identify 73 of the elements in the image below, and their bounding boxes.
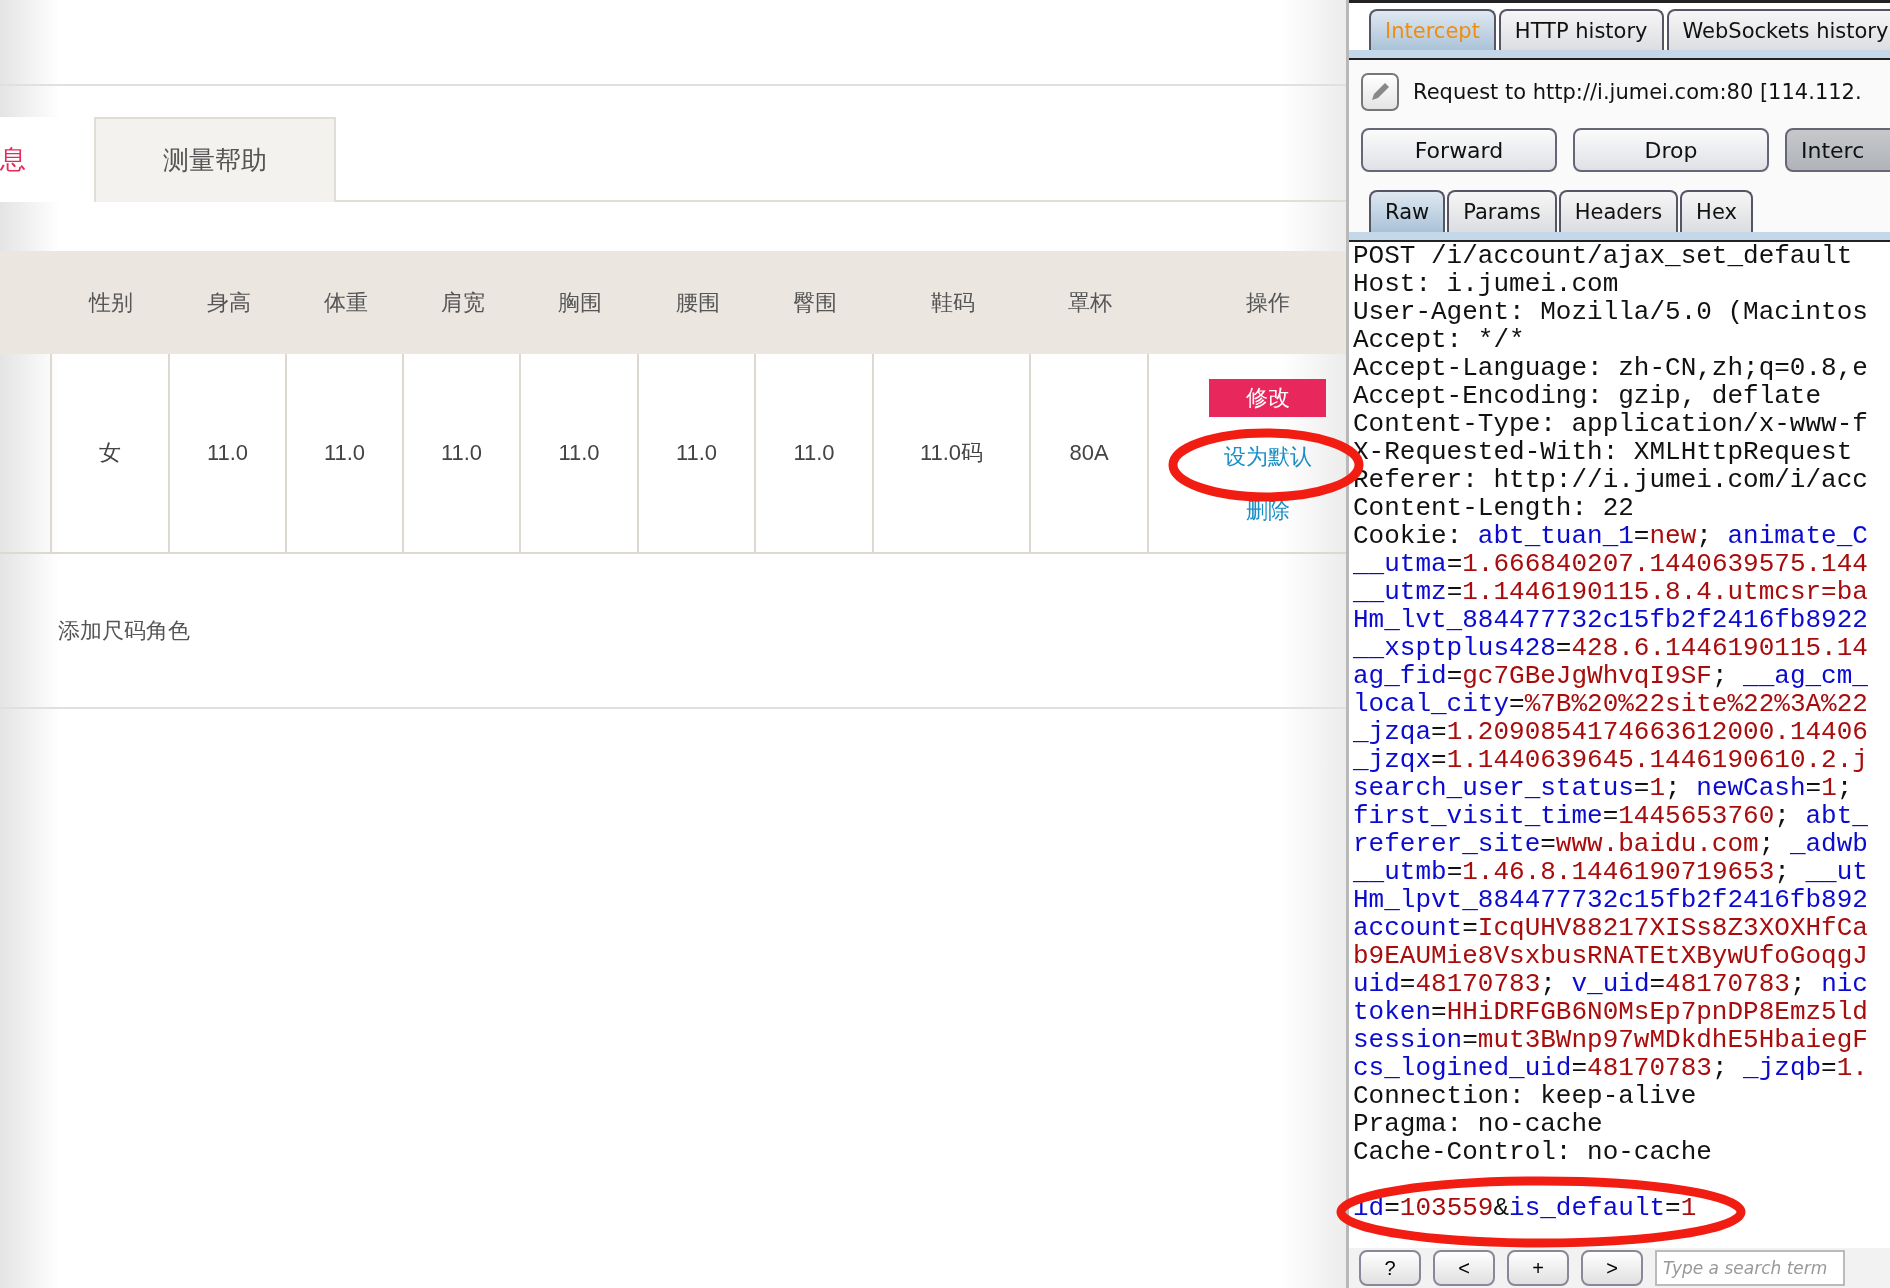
action-button[interactable]: Drop — [1573, 128, 1769, 172]
action-link[interactable]: 删除 — [1245, 498, 1290, 524]
request-line: cs_logined_uid=48170783; _jzqb=1. — [1353, 1054, 1869, 1082]
edit-request-button[interactable] — [1361, 73, 1399, 111]
table-header-cell: 身高 — [170, 251, 287, 354]
request-line: _jzqa=1.2090854174663612000.14406 — [1353, 718, 1869, 746]
request-line: Accept-Encoding: gzip, deflate — [1353, 382, 1823, 410]
edit-button[interactable]: 修改 — [1209, 379, 1326, 417]
table-header-cell: 腰围 — [639, 251, 756, 354]
request-line: search_user_status=1; newCash=1; — [1353, 774, 1854, 802]
request-line: Content-Type: application/x-www-f — [1353, 410, 1869, 438]
request-line: uid=48170783; v_uid=48170783; nic — [1353, 970, 1869, 998]
table-header-cell: 操作 — [1149, 251, 1346, 354]
table-cell: 女 — [52, 354, 170, 554]
table-header-cell: 臀围 — [756, 251, 874, 354]
table-cell: 11.0 — [404, 354, 521, 554]
request-target: Request to http://i.jumei.com:80 [114.112. — [1413, 80, 1862, 104]
request-line: account=IcqUHV88217XISs8Z3XOXHfCa — [1353, 914, 1869, 942]
request-line: token=HHiDRFGB6N0MsEp7pnDP8Emz5ld — [1353, 998, 1869, 1026]
nav-button[interactable]: ? — [1359, 1250, 1421, 1286]
request-line: __utmb=1.46.8.1446190719653; __ut — [1353, 858, 1869, 886]
request-line: User-Agent: Mozilla/5.0 (Macintos — [1353, 298, 1869, 326]
request-line: __utmz=1.1446190115.8.4.utmcsr=ba — [1353, 578, 1869, 606]
proxy-tab[interactable]: WebSockets history — [1666, 9, 1890, 51]
table-cell: 11.0 — [521, 354, 639, 554]
request-line: POST /i/account/ajax_set_default — [1353, 242, 1854, 270]
request-line: Connection: keep-alive — [1353, 1082, 1698, 1110]
add-size-link[interactable]: 添加尺码角色 — [58, 615, 190, 646]
request-line: referer_site=www.baidu.com; _adwb — [1353, 830, 1869, 858]
view-tab[interactable]: Params — [1447, 190, 1557, 232]
table-cell: 11.0 — [639, 354, 756, 554]
request-line: Accept-Language: zh-CN,zh;q=0.8,e — [1353, 354, 1869, 382]
table-cell: 11.0 — [287, 354, 404, 554]
request-line: Pragma: no-cache — [1353, 1110, 1604, 1138]
view-tab[interactable]: Headers — [1558, 190, 1679, 232]
request-line: Accept: */* — [1353, 326, 1526, 354]
request-line: X-Requested-With: XMLHttpRequest — [1353, 438, 1854, 466]
view-tab[interactable]: Raw — [1369, 190, 1446, 232]
request-line: first_visit_time=1445653760; abt_ — [1353, 802, 1869, 830]
request-line: local_city=%7B%20%22site%22%3A%22 — [1353, 690, 1869, 718]
request-line: _jzqx=1.1440639645.1446190610.2.j — [1353, 746, 1869, 774]
table-cell: 11.0码 — [874, 354, 1031, 554]
view-tab[interactable]: Hex — [1680, 190, 1753, 232]
action-link[interactable]: 设为默认 — [1223, 444, 1312, 470]
action-button[interactable]: Interc — [1785, 128, 1890, 172]
search-field[interactable]: Type a search term — [1655, 1250, 1845, 1286]
table-cell: 11.0 — [756, 354, 874, 554]
page-tab[interactable]: 息 — [0, 117, 94, 202]
request-line: __utma=1.666840207.1440639575.144 — [1353, 550, 1869, 578]
request-line: Hm_lvt_884477732c15fb2f2416fb8922 — [1353, 606, 1869, 634]
request-line: ag_fid=gc7GBeJgWhvqI9SF; __ag_cm_ — [1353, 662, 1869, 690]
request-line: Hm_lpvt_884477732c15fb2f2416fb892 — [1353, 886, 1869, 914]
request-line: __xsptplus428=428.6.1446190115.14 — [1353, 634, 1869, 662]
request-line: b9EAUMie8VsxbusRNATEtXBywUfoGoqgJ — [1353, 942, 1869, 970]
nav-button[interactable]: + — [1507, 1250, 1569, 1286]
request-line: Cache-Control: no-cache — [1353, 1138, 1713, 1166]
nav-button[interactable]: > — [1581, 1250, 1643, 1286]
request-line: session=mut3BWnp97wMDkdhE5HbaiegF — [1353, 1026, 1869, 1054]
page-tab[interactable]: 测量帮助 — [94, 117, 336, 202]
table-header-cell: 鞋码 — [874, 251, 1031, 354]
table-cell: 11.0 — [170, 354, 287, 554]
request-line: Cookie: abt_tuan_1=new; animate_C — [1353, 522, 1869, 550]
table-header-cell: 肩宽 — [404, 251, 521, 354]
nav-button[interactable]: < — [1433, 1250, 1495, 1286]
proxy-tab[interactable]: HTTP history — [1498, 9, 1664, 51]
request-line: Content-Length: 22 — [1353, 494, 1635, 522]
table-header-cell: 罩杯 — [1031, 251, 1149, 354]
table-header-cell: 性别 — [52, 251, 170, 354]
request-line: Host: i.jumei.com — [1353, 270, 1620, 298]
table-header-cell: 体重 — [287, 251, 404, 354]
action-button[interactable]: Forward — [1361, 128, 1557, 172]
table-header-cell: 胸围 — [521, 251, 639, 354]
table-cell: 80A — [1031, 354, 1149, 554]
